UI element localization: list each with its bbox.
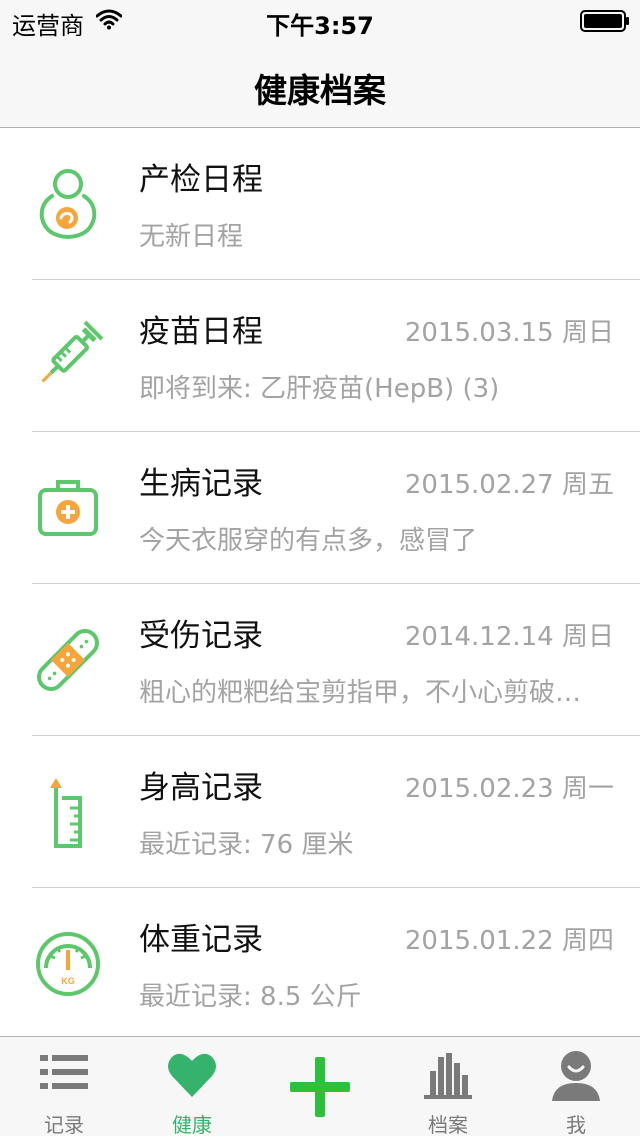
tab-me[interactable]: 我 (512, 1037, 640, 1136)
row-date: 2015.03.15 周日 (404, 318, 614, 348)
row-subtitle: 粗心的粑粑给宝剪指甲，不小心剪破… (139, 678, 582, 708)
scale-kg-text: KG (61, 976, 75, 986)
status-time: 下午3:57 (266, 12, 374, 40)
tab-bar: 记录 健康 档案 我 (0, 1036, 640, 1136)
row-title: 体重记录 (139, 922, 263, 958)
syringe-icon (41, 320, 104, 383)
row-title: 生病记录 (139, 466, 263, 502)
scale-icon: KG (36, 932, 100, 996)
list-item-prenatal[interactable]: 产检日程 无新日程 (0, 128, 640, 280)
status-bar: 运营商 下午3:57 (0, 0, 640, 40)
row-subtitle: 即将到来: 乙肝疫苗(HepB) (3) (139, 374, 500, 404)
page-title: 健康档案 (254, 71, 386, 110)
tab-label: 健康 (172, 1113, 212, 1136)
row-date: 2015.01.22 周四 (404, 926, 614, 956)
row-subtitle: 最近记录: 8.5 公斤 (139, 982, 362, 1012)
tab-archive[interactable]: 档案 (384, 1037, 512, 1136)
row-title: 疫苗日程 (139, 314, 263, 350)
tab-label: 档案 (428, 1113, 468, 1136)
battery-icon (580, 10, 629, 32)
list-icon (40, 1055, 88, 1089)
bandage-icon (37, 629, 99, 691)
row-date: 2014.12.14 周日 (404, 622, 614, 652)
tab-add[interactable] (256, 1037, 384, 1136)
row-date: 2015.02.23 周一 (404, 774, 614, 804)
list-item-illness[interactable]: 生病记录 2015.02.27 周五 今天衣服穿的有点多，感冒了 (0, 432, 640, 584)
archive-chart-icon (424, 1053, 472, 1099)
user-icon (552, 1051, 600, 1101)
tab-label: 我 (566, 1113, 586, 1136)
plus-icon (290, 1057, 350, 1117)
tab-records[interactable]: 记录 (0, 1037, 128, 1136)
row-subtitle: 最近记录: 76 厘米 (139, 830, 354, 860)
row-title: 产检日程 (139, 162, 263, 198)
heart-icon (168, 1053, 216, 1097)
row-subtitle: 今天衣服穿的有点多，感冒了 (139, 526, 478, 556)
row-title: 受伤记录 (139, 618, 263, 654)
row-date: 2015.02.27 周五 (404, 470, 614, 500)
list-item-vaccine[interactable]: 疫苗日程 2015.03.15 周日 即将到来: 乙肝疫苗(HepB) (3) (0, 280, 640, 432)
list-item-injury[interactable]: 受伤记录 2014.12.14 周日 粗心的粑粑给宝剪指甲，不小心剪破… (0, 584, 640, 736)
ruler-icon (50, 778, 82, 848)
list-item-weight[interactable]: KG 体重记录 2015.01.22 周四 最近记录: 8.5 公斤 (0, 888, 640, 1036)
navigation-bar: 健康档案 (0, 40, 640, 128)
list-item-height[interactable]: 身高记录 2015.02.23 周一 最近记录: 76 厘米 (0, 736, 640, 888)
tab-health[interactable]: 健康 (128, 1037, 256, 1136)
row-title: 身高记录 (139, 770, 263, 806)
health-records-list: 产检日程 无新日程 疫苗日程 2015.03.15 周日 即将到来: 乙肝疫苗(… (0, 128, 640, 1036)
pregnancy-icon (39, 169, 97, 240)
row-subtitle: 无新日程 (139, 222, 244, 252)
tab-label: 记录 (44, 1113, 84, 1136)
medical-kit-icon (38, 480, 98, 536)
